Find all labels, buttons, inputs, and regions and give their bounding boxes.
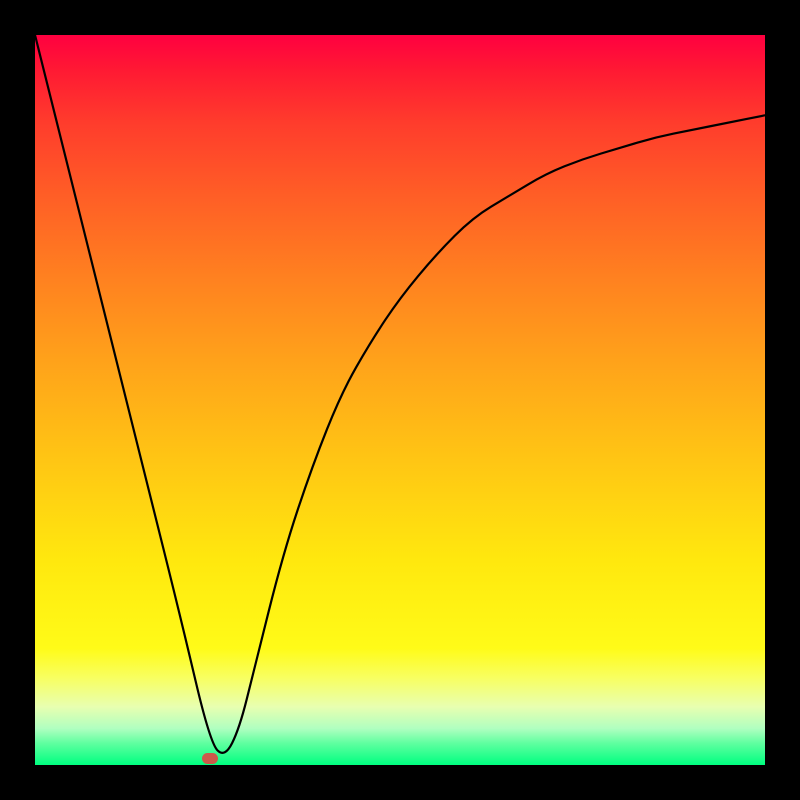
minimum-marker bbox=[202, 753, 218, 764]
bottleneck-curve-path bbox=[35, 35, 765, 753]
plot-area bbox=[35, 35, 765, 765]
chart-container: TheBottlenecker.com bbox=[0, 0, 800, 800]
bottleneck-curve-svg bbox=[35, 35, 765, 765]
